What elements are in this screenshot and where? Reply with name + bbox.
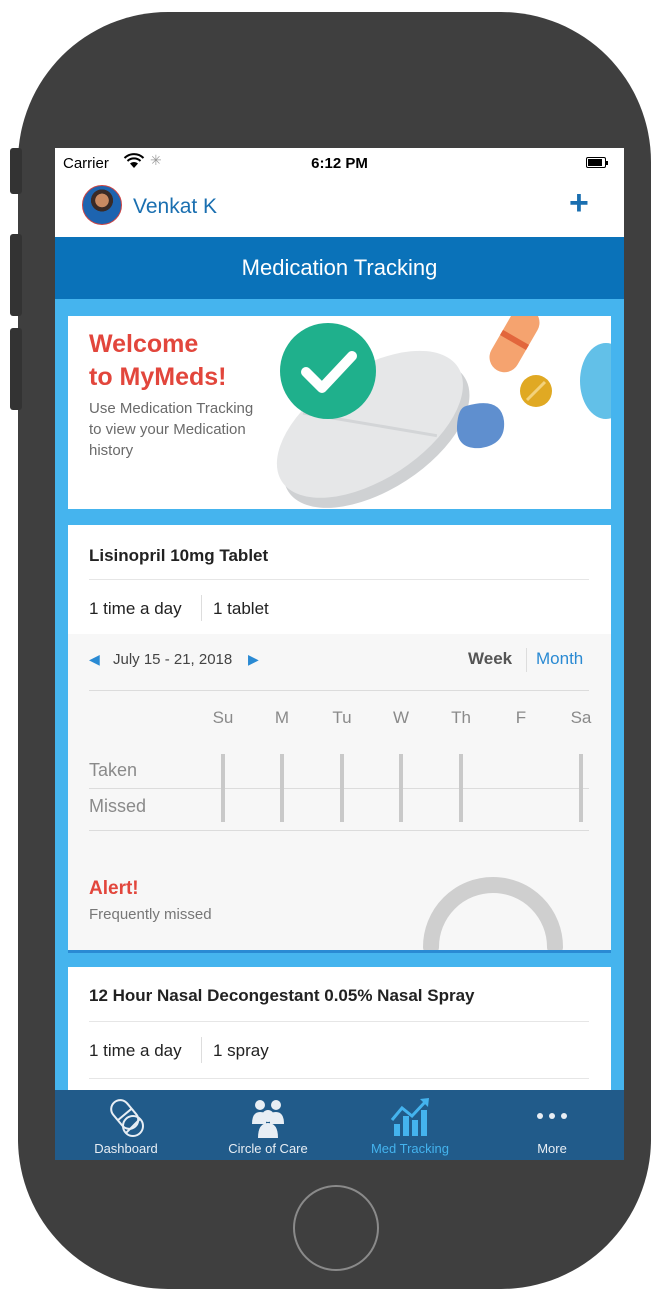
divider <box>89 1078 589 1079</box>
tab-label: Dashboard <box>94 1141 158 1156</box>
day-label: Su <box>212 708 234 727</box>
medication-frequency: 1 time a day <box>89 1041 182 1060</box>
alert-title: Alert! <box>89 878 139 899</box>
welcome-title-line2: to MyMeds! <box>89 363 227 391</box>
row-label-missed: Missed <box>89 796 147 816</box>
alert-subtitle: Frequently missed <box>89 906 212 923</box>
day-label: Th <box>451 708 471 727</box>
day-label: M <box>274 708 290 727</box>
plus-icon[interactable]: + <box>569 184 589 223</box>
prev-week-icon[interactable]: ◀ <box>89 651 100 668</box>
divider <box>201 1037 202 1063</box>
row-label-taken: Taken <box>89 760 138 780</box>
day-marker <box>399 754 403 822</box>
divider <box>89 830 589 831</box>
volume-up-button <box>10 234 22 316</box>
tab-label: Circle of Care <box>228 1141 308 1156</box>
day-label: W <box>392 708 410 727</box>
divider <box>526 648 527 672</box>
medication-card[interactable]: Lisinopril 10mg Tablet 1 time a day 1 ta… <box>68 525 611 953</box>
home-button[interactable] <box>293 1185 379 1271</box>
day-label: Sa <box>570 708 592 727</box>
welcome-subtitle: Use Medication Tracking to view your Med… <box>89 400 254 459</box>
week-toggle[interactable]: Week <box>468 649 512 669</box>
tab-circle-of-care[interactable]: Circle of Care <box>197 1090 339 1160</box>
date-range: July 15 - 21, 2018 <box>113 651 233 668</box>
divider <box>89 579 589 580</box>
app-screen: Carrier ✳ 6:12 PM Venkat K + Medication … <box>55 148 624 1160</box>
welcome-banner: Welcome to MyMeds! Use Medication Tracki… <box>68 316 611 509</box>
medication-frequency: 1 time a day <box>89 599 182 618</box>
scroll-content[interactable]: Welcome to MyMeds! Use Medication Tracki… <box>55 299 624 1090</box>
tab-more[interactable]: More <box>481 1090 623 1160</box>
tab-med-tracking[interactable]: Med Tracking <box>339 1090 481 1160</box>
tab-label: Med Tracking <box>370 1141 450 1156</box>
medication-name: 12 Hour Nasal Decongestant 0.05% Nasal S… <box>89 986 475 1005</box>
pills-icon <box>110 1099 144 1137</box>
divider <box>89 690 589 691</box>
volume-down-button <box>10 328 22 410</box>
tab-bar: Dashboard Circle of Care Med Tracking Mo… <box>55 1090 624 1160</box>
divider <box>89 1021 589 1022</box>
tab-label: More <box>537 1141 567 1156</box>
tab-dashboard[interactable]: Dashboard <box>55 1090 197 1160</box>
divider <box>201 595 202 621</box>
pills-illustration-icon <box>276 316 611 508</box>
battery-icon <box>586 157 608 168</box>
page-title: Medication Tracking <box>55 237 624 299</box>
tracking-panel: ◀ July 15 - 21, 2018 ▶ Week Month Su M T… <box>68 634 611 952</box>
day-label: F <box>515 708 527 727</box>
chart-trend-icon <box>390 1098 429 1136</box>
welcome-title-line1: Welcome <box>89 330 199 358</box>
medication-dose: 1 tablet <box>213 599 269 618</box>
medication-dose: 1 spray <box>213 1041 269 1060</box>
day-marker <box>340 754 344 822</box>
medication-card[interactable]: 12 Hour Nasal Decongestant 0.05% Nasal S… <box>68 967 611 1090</box>
adherence-gauge <box>423 877 563 952</box>
next-week-icon[interactable]: ▶ <box>248 651 259 668</box>
mute-switch <box>10 148 22 194</box>
status-bar: Carrier ✳ 6:12 PM <box>55 148 624 178</box>
nav-bar: Venkat K + <box>55 178 624 237</box>
day-marker <box>221 754 225 822</box>
more-dots-icon <box>537 1113 567 1119</box>
user-name[interactable]: Venkat K <box>133 195 217 219</box>
day-label: Tu <box>332 708 352 727</box>
people-icon <box>252 1100 284 1138</box>
day-marker <box>579 754 583 822</box>
avatar[interactable] <box>82 185 122 225</box>
month-toggle[interactable]: Month <box>536 649 583 669</box>
day-marker <box>280 754 284 822</box>
medication-name: Lisinopril 10mg Tablet <box>89 546 269 565</box>
day-marker <box>459 754 463 822</box>
divider <box>89 788 589 789</box>
card-bottom-border <box>68 950 611 953</box>
status-time: 6:12 PM <box>311 155 368 172</box>
